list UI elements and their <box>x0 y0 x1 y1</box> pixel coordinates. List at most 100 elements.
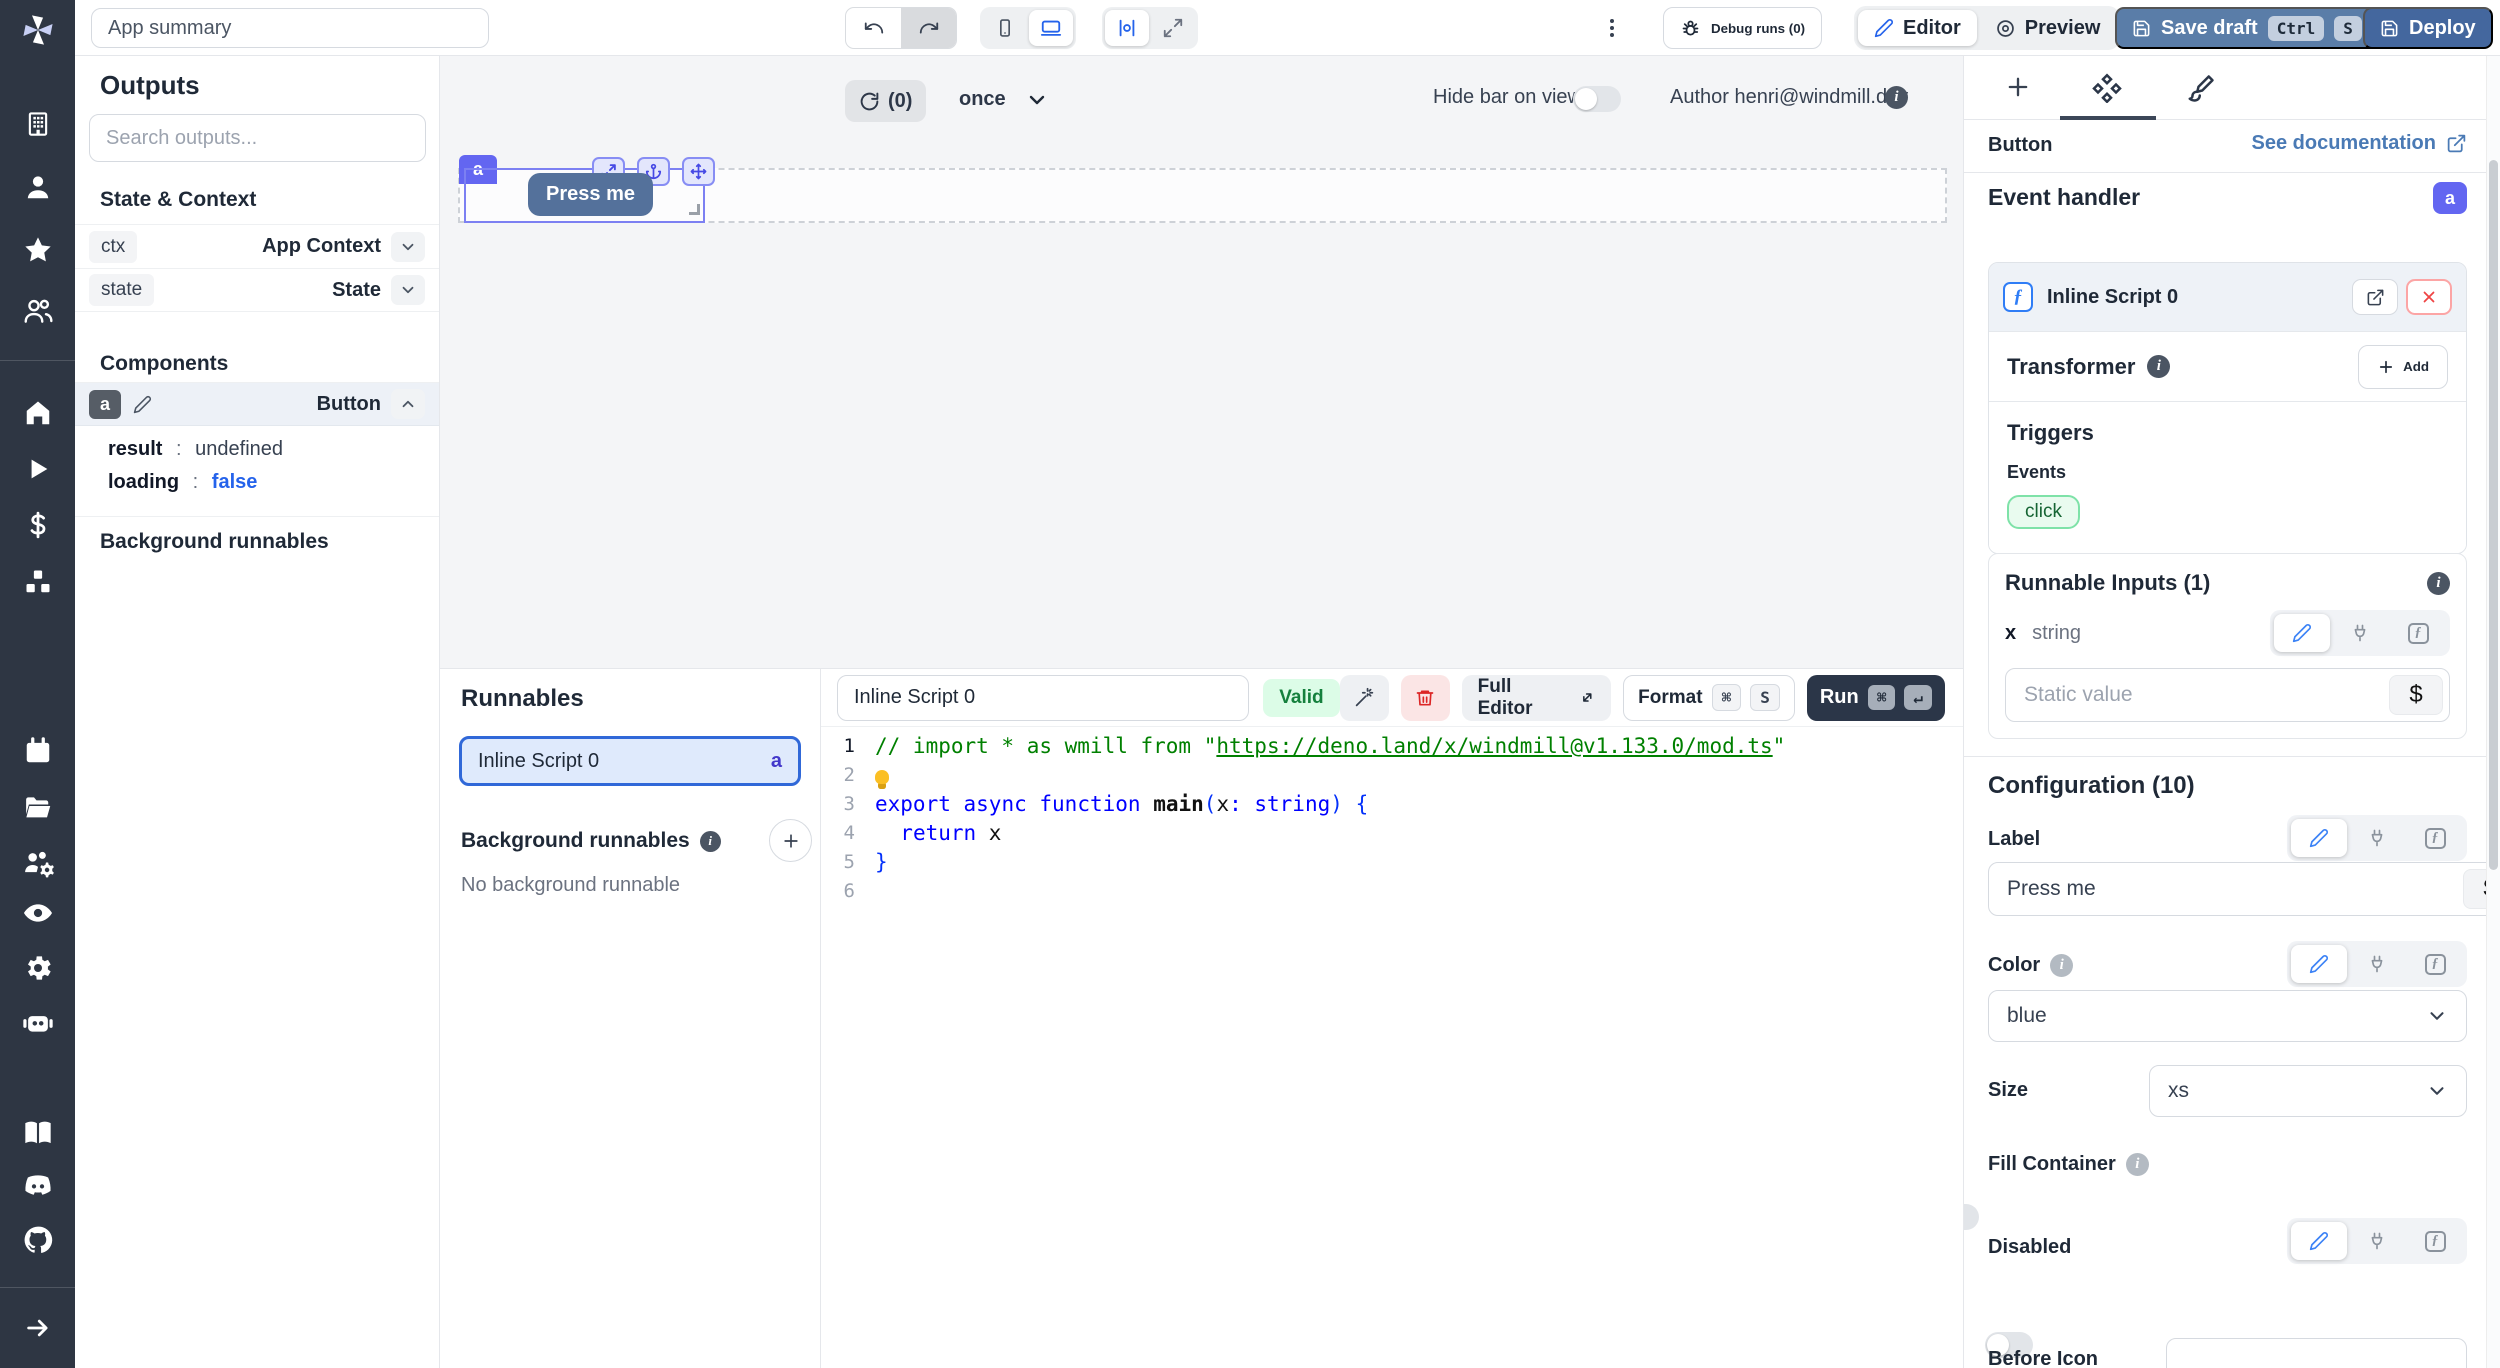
ai-wand-button[interactable] <box>1340 675 1389 721</box>
static-pencil-icon[interactable] <box>2291 1222 2347 1260</box>
more-options-kebab-icon[interactable] <box>1600 16 1624 40</box>
insert-component-tab-plus-icon[interactable] <box>2004 73 2032 101</box>
code-line[interactable]: 3export async function main(x: string) { <box>821 789 1961 818</box>
interval-select-label[interactable]: once <box>959 88 1006 111</box>
runnable-item-inline-script-0[interactable]: Inline Script 0 a <box>459 736 801 786</box>
audit-eye-icon[interactable] <box>22 897 54 929</box>
script-name-input[interactable] <box>837 675 1249 721</box>
static-value-input[interactable] <box>2024 683 2309 707</box>
docs-book-icon[interactable] <box>22 1117 54 1149</box>
component-settings-tab-icon[interactable] <box>2092 73 2122 103</box>
size-select[interactable]: xs <box>2149 1065 2467 1117</box>
tab-editor[interactable]: Editor <box>1858 10 1977 46</box>
edit-pencil-icon[interactable] <box>133 395 152 414</box>
add-background-runnable-button[interactable] <box>769 819 812 862</box>
user-icon[interactable] <box>23 172 53 202</box>
save-draft-button[interactable]: Save draft Ctrl S <box>2115 7 2379 49</box>
tab-preview[interactable]: Preview <box>1979 10 2117 46</box>
kbd-enter: ↵ <box>1904 685 1932 710</box>
inline-script-row[interactable]: ƒ Inline Script 0 <box>1989 263 2466 331</box>
fullscreen-button[interactable] <box>1151 10 1195 46</box>
color-select[interactable]: blue <box>1988 990 2467 1042</box>
styling-brush-tab-icon[interactable] <box>2186 73 2216 103</box>
before-icon-select[interactable] <box>2166 1338 2467 1368</box>
discord-icon[interactable] <box>22 1170 54 1202</box>
scrollbar-thumb[interactable] <box>2489 160 2498 870</box>
static-pencil-icon[interactable] <box>2291 819 2347 857</box>
delete-script-button[interactable] <box>1401 675 1450 721</box>
runnable-inputs-info-icon[interactable]: i <box>2427 572 2450 595</box>
output-row-state[interactable]: state State <box>75 268 439 312</box>
chevron-down-icon[interactable] <box>391 232 425 262</box>
eval-fx-icon[interactable]: ƒ <box>2390 614 2446 652</box>
favorites-star-icon[interactable] <box>22 234 54 266</box>
chevron-down-icon[interactable] <box>391 275 425 305</box>
desktop-view-button[interactable] <box>1029 10 1073 46</box>
static-pencil-icon[interactable] <box>2291 945 2347 983</box>
full-editor-button[interactable]: Full Editor <box>1462 675 1612 721</box>
panel-scrollbar[interactable] <box>2486 56 2500 1368</box>
settings-gear-icon[interactable] <box>22 952 54 984</box>
groups-users-gear-icon[interactable] <box>22 847 54 879</box>
hide-bar-toggle[interactable] <box>1573 86 1621 112</box>
author-info-icon[interactable]: i <box>1885 86 1908 109</box>
home-icon[interactable] <box>23 398 53 428</box>
code-editor[interactable]: 1// import * as wmill from "https://deno… <box>821 731 1961 1368</box>
color-info-icon[interactable]: i <box>2050 954 2073 977</box>
code-line[interactable]: 6 <box>821 876 1961 905</box>
transformer-info-icon[interactable]: i <box>2147 355 2170 378</box>
code-line[interactable]: 1// import * as wmill from "https://deno… <box>821 731 1961 760</box>
connect-plug-icon[interactable] <box>2349 819 2405 857</box>
code-line[interactable]: 4 return x <box>821 818 1961 847</box>
folders-icon[interactable] <box>23 793 53 823</box>
redo-button[interactable] <box>901 7 956 49</box>
github-icon[interactable] <box>22 1224 54 1256</box>
variables-dollar-icon[interactable] <box>23 510 53 540</box>
debug-runs-button[interactable]: Debug runs (0) <box>1663 7 1822 49</box>
code-line[interactable]: 2 <box>821 760 1961 789</box>
interval-chevron-down-icon[interactable] <box>1025 88 1049 112</box>
code-line[interactable]: 5} <box>821 847 1961 876</box>
schedules-calendar-icon[interactable] <box>23 736 53 766</box>
windmill-logo-icon[interactable] <box>19 11 57 49</box>
eval-fx-icon[interactable]: ƒ <box>2407 945 2463 983</box>
center-content-button[interactable] <box>1105 10 1149 46</box>
format-button[interactable]: Format ⌘ S <box>1623 675 1795 721</box>
search-outputs-input[interactable] <box>89 114 426 162</box>
add-transformer-button[interactable]: Add <box>2358 345 2448 389</box>
workspace-building-icon[interactable] <box>23 109 53 139</box>
press-me-button[interactable]: Press me <box>528 173 653 216</box>
info-icon[interactable]: i <box>700 831 721 852</box>
fill-container-info-icon[interactable]: i <box>2126 1153 2149 1176</box>
deploy-button[interactable]: Deploy <box>2363 7 2493 49</box>
connect-plug-icon[interactable] <box>2332 614 2388 652</box>
run-button[interactable]: Run ⌘ ↵ <box>1807 675 1945 721</box>
see-documentation-link[interactable]: See documentation <box>2252 132 2467 155</box>
eval-fx-icon[interactable]: ƒ <box>2407 819 2463 857</box>
chevron-up-icon[interactable] <box>391 389 425 419</box>
fill-container-toggle[interactable] <box>1963 1204 1979 1230</box>
app-canvas[interactable]: (0) once Hide bar on view Author henri@w… <box>440 56 1963 668</box>
workers-bot-icon[interactable] <box>22 1006 54 1038</box>
label-input[interactable] <box>2007 877 2356 901</box>
template-dollar-button[interactable]: $ <box>2389 675 2443 715</box>
connect-plug-icon[interactable] <box>2349 1222 2405 1260</box>
output-row-ctx[interactable]: ctx App Context <box>75 224 439 268</box>
refresh-count-button[interactable]: (0) <box>845 80 926 122</box>
resources-boxes-icon[interactable] <box>23 567 53 597</box>
runs-play-icon[interactable] <box>24 455 52 483</box>
static-pencil-icon[interactable] <box>2274 614 2330 652</box>
resize-handle[interactable] <box>689 204 700 215</box>
layout-toggle-group <box>1102 7 1198 49</box>
app-summary-input[interactable] <box>91 8 489 48</box>
undo-button[interactable] <box>846 7 901 49</box>
mobile-view-button[interactable] <box>983 10 1027 46</box>
expand-sidebar-arrow-icon[interactable] <box>23 1313 53 1343</box>
users-group-icon[interactable] <box>22 295 54 327</box>
remove-script-x-icon[interactable] <box>2406 279 2452 315</box>
connect-plug-icon[interactable] <box>2349 945 2405 983</box>
component-row-a[interactable]: a Button <box>75 382 439 426</box>
open-script-external-icon[interactable] <box>2352 279 2398 315</box>
eval-fx-icon[interactable]: ƒ <box>2407 1222 2463 1260</box>
move-component-icon[interactable] <box>682 157 715 186</box>
